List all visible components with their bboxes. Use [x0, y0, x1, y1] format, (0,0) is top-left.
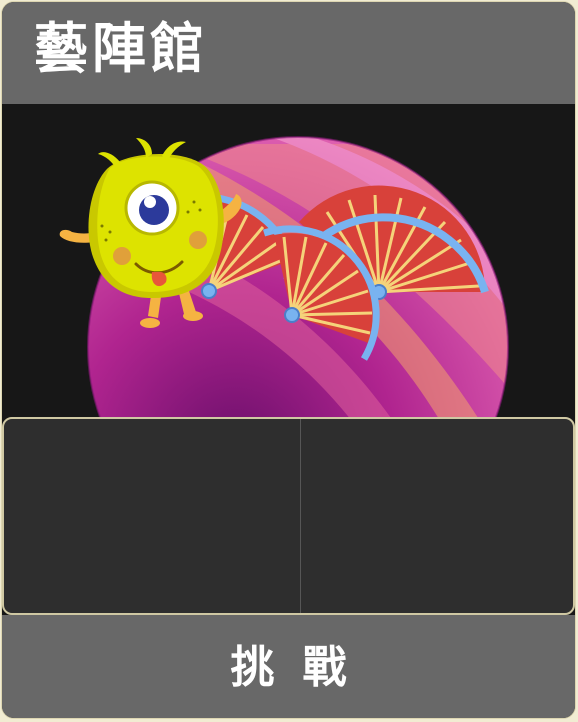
card-header: 藝陣館 — [2, 2, 575, 104]
challenge-button[interactable]: 挑戰 — [2, 615, 575, 718]
option-slot-left[interactable] — [4, 419, 300, 613]
artwork-area — [2, 104, 575, 419]
artwork-illustration — [59, 136, 509, 419]
option-panel — [2, 417, 575, 615]
option-slot-right[interactable] — [301, 419, 573, 613]
challenge-button-label: 挑戰 — [230, 642, 375, 693]
activity-card: 藝陣館 挑戰 — [2, 2, 575, 718]
card-title: 藝陣館 — [34, 17, 208, 80]
